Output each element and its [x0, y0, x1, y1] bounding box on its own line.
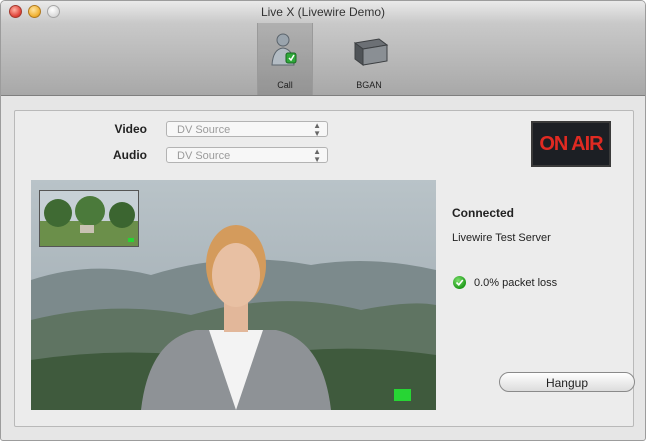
select-arrows-icon: ▲ ▼ [313, 147, 321, 164]
audio-label: Audio [113, 148, 147, 162]
person-call-icon [271, 33, 297, 66]
on-air-indicator: ON AIR [531, 121, 611, 167]
green-check-icon [453, 276, 466, 289]
server-name: Livewire Test Server [452, 232, 551, 244]
packet-loss-status: 0.0% packet loss [474, 277, 558, 289]
window-title: Live X (Livewire Demo) [260, 5, 386, 19]
audio-source-value: DV Source [177, 150, 231, 162]
remote-video-feed [31, 180, 436, 410]
audio-source-select[interactable]: DV Source ▲ ▼ [166, 147, 328, 164]
minimize-window-button[interactable] [28, 5, 41, 18]
local-preview-pip [39, 190, 139, 247]
pip-status-indicator [128, 238, 134, 242]
connection-status: Connected [452, 206, 515, 220]
zoom-window-button[interactable] [47, 5, 60, 18]
local-preview-image [40, 191, 138, 246]
video-source-value: DV Source [177, 124, 231, 136]
video-label: Video [114, 122, 147, 136]
toolbar-call-label: Call [277, 80, 293, 90]
toolbar-call-button[interactable]: Call [257, 23, 313, 95]
bgan-terminal-icon [353, 38, 389, 66]
video-source-select[interactable]: DV Source ▲ ▼ [166, 121, 328, 138]
select-arrows-icon: ▲ ▼ [313, 121, 321, 138]
toolbar-bgan-button[interactable]: BGAN [341, 23, 397, 95]
hangup-button[interactable]: Hangup [499, 372, 635, 392]
video-status-indicator [394, 389, 411, 401]
toolbar: Call BGAN [1, 23, 645, 96]
close-window-button[interactable] [9, 5, 22, 18]
toolbar-bgan-label: BGAN [356, 80, 382, 90]
title-bar: Live X (Livewire Demo) [1, 1, 645, 23]
